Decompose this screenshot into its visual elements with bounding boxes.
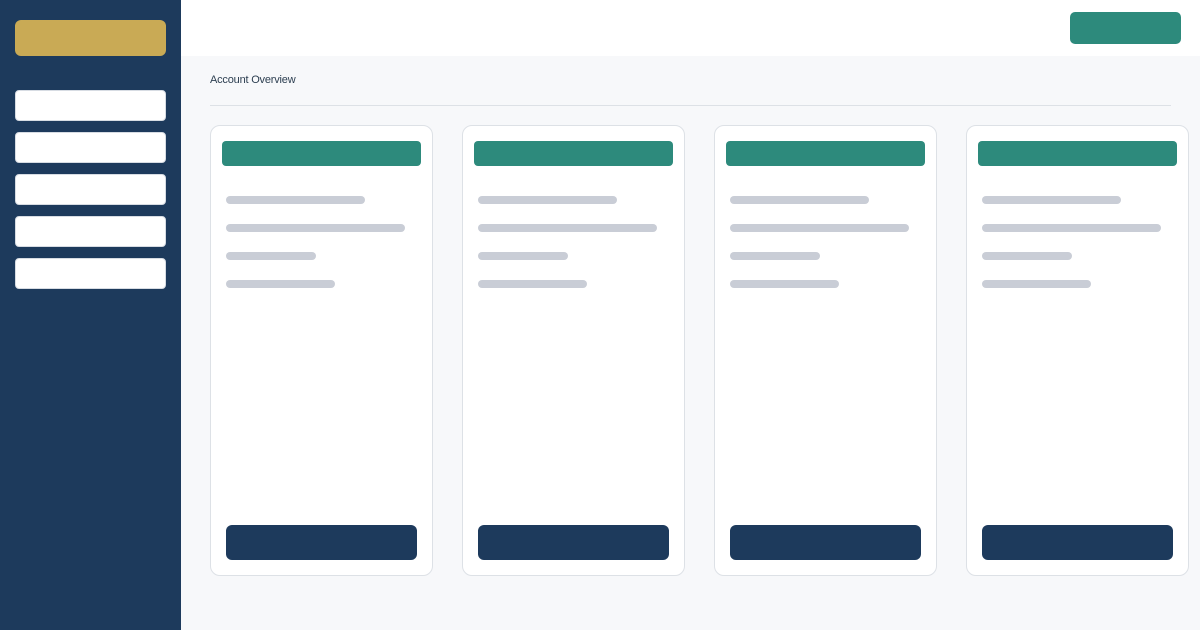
top-header: [181, 0, 1200, 56]
placeholder-line: [730, 196, 869, 204]
card-header: [978, 141, 1177, 166]
brand-logo[interactable]: [15, 20, 166, 56]
card-header: [726, 141, 925, 166]
account-card: [966, 125, 1189, 576]
placeholder-line: [982, 224, 1161, 232]
account-card: [714, 125, 937, 576]
placeholder-line: [226, 224, 405, 232]
placeholder-line: [982, 196, 1121, 204]
sidebar-item-2[interactable]: [15, 132, 166, 163]
placeholder-line: [226, 252, 316, 260]
app-window: Account Overview: [0, 0, 1200, 630]
placeholder-line: [730, 224, 909, 232]
sidebar-item-5[interactable]: [15, 258, 166, 289]
account-card: [210, 125, 433, 576]
placeholder-line: [478, 224, 657, 232]
card-action-button[interactable]: [478, 525, 669, 560]
placeholder-line: [730, 280, 839, 288]
placeholder-line: [730, 252, 820, 260]
card-action-button[interactable]: [226, 525, 417, 560]
placeholder-line: [226, 280, 335, 288]
placeholder-line: [478, 280, 587, 288]
card-header: [222, 141, 421, 166]
placeholder-line: [982, 280, 1091, 288]
sidebar-item-3[interactable]: [15, 174, 166, 205]
card-action-button[interactable]: [982, 525, 1173, 560]
account-card: [462, 125, 685, 576]
title-divider: [210, 105, 1171, 106]
placeholder-line: [226, 196, 365, 204]
sidebar-item-4[interactable]: [15, 216, 166, 247]
card-action-button[interactable]: [730, 525, 921, 560]
page-title: Account Overview: [210, 74, 296, 86]
placeholder-line: [982, 252, 1072, 260]
sidebar-item-1[interactable]: [15, 90, 166, 121]
header-action-button[interactable]: [1070, 12, 1181, 44]
placeholder-line: [478, 196, 617, 204]
placeholder-line: [478, 252, 568, 260]
sidebar: [0, 0, 181, 630]
card-header: [474, 141, 673, 166]
